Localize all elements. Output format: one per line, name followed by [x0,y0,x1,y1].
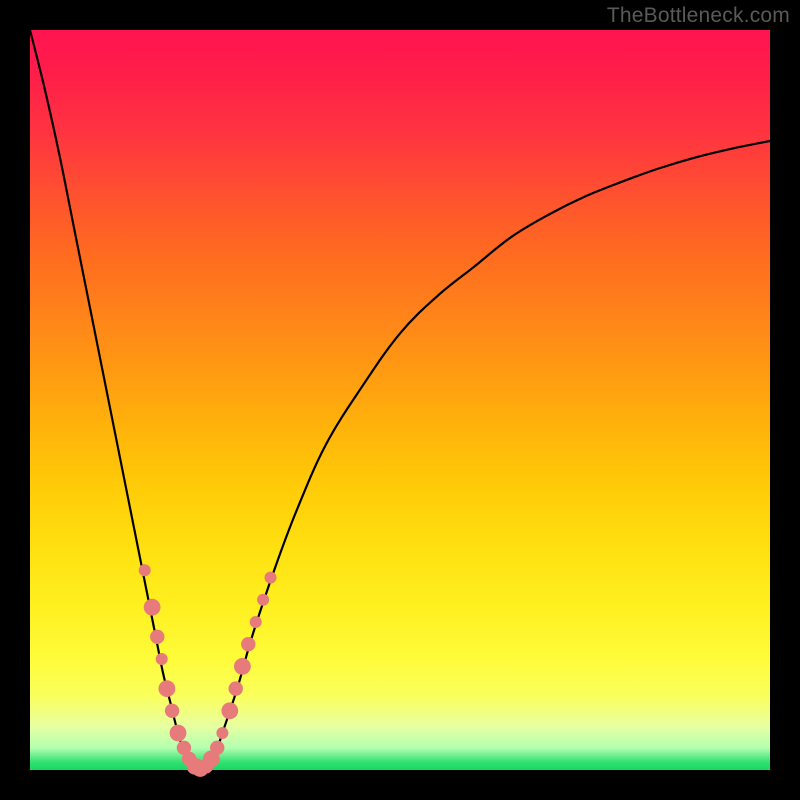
curve-dot [241,637,255,651]
curve-dot [150,630,164,644]
curve-dot [250,616,262,628]
curve-dot [234,658,251,675]
curve-dot [265,572,277,584]
curve-dot [257,594,269,606]
curve-dot [156,653,168,665]
plot-area [30,30,770,770]
curve-dot [221,702,238,719]
curve-dot [139,564,151,576]
curve-dot [165,704,179,718]
curve-dot [159,680,176,697]
watermark-text: TheBottleneck.com [607,4,790,28]
curve-dot [216,727,228,739]
curve-dot [144,599,161,616]
chart-frame: TheBottleneck.com [0,0,800,800]
curve-dot [210,741,224,755]
curve-markers [139,564,277,777]
curve-dot [170,725,187,742]
bottleneck-curve [30,30,770,770]
curve-dot [229,681,243,695]
chart-svg [30,30,770,770]
